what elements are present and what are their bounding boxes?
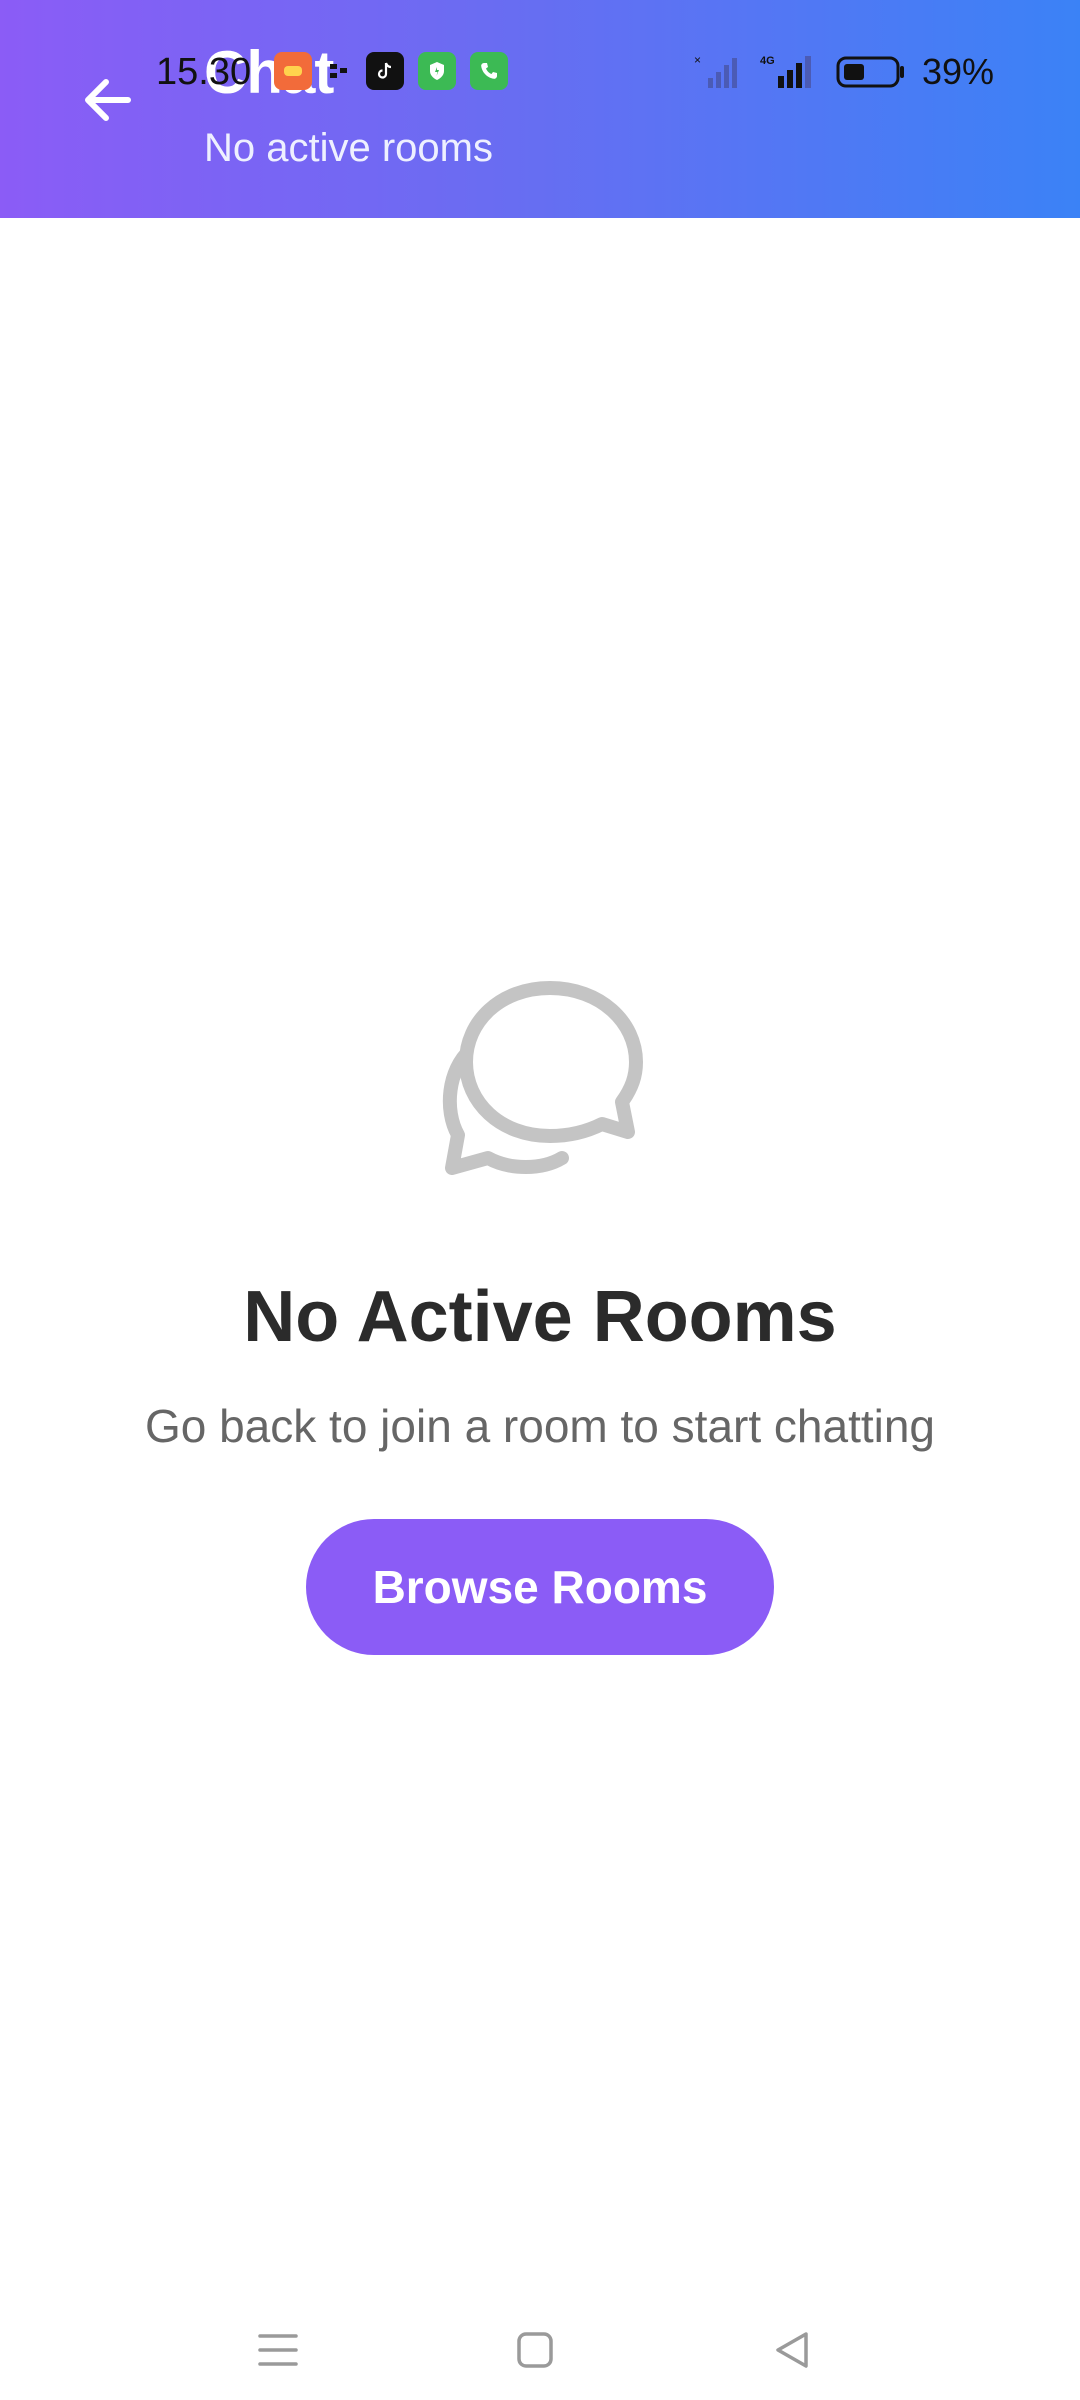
network-label: 4G — [760, 55, 775, 67]
status-time: 15.30 — [156, 51, 252, 93]
battery-icon — [836, 56, 904, 88]
game-app-icon — [274, 52, 312, 90]
shield-app-icon — [418, 52, 456, 90]
signal-off-icon: × — [694, 53, 737, 88]
notification-icons — [274, 52, 508, 90]
app-header: Chat No active rooms 15.30 × 4G 39% — [0, 0, 1080, 218]
tiktok-icon — [366, 52, 404, 90]
battery-percent: 39% — [921, 51, 994, 92]
home-button[interactable] — [495, 2310, 575, 2390]
home-square-icon — [517, 2332, 553, 2368]
menu-button[interactable] — [238, 2310, 318, 2390]
system-nav-bar — [0, 2300, 1080, 2400]
status-right: × 4G 39% — [694, 48, 994, 96]
system-back-button[interactable] — [752, 2310, 832, 2390]
page-subtitle: No active rooms — [204, 126, 493, 170]
menu-icon — [258, 2334, 298, 2366]
back-button[interactable] — [68, 60, 148, 140]
chat-bubbles-icon — [442, 981, 643, 1175]
chat-screen: Chat No active rooms 15.30 × 4G 39% No A… — [0, 0, 1080, 2400]
empty-state-description: Go back to join a room to start chatting — [144, 1400, 936, 1452]
dots-icon — [326, 52, 352, 90]
svg-text:×: × — [694, 53, 701, 67]
arrow-left-icon — [85, 79, 131, 121]
back-triangle-icon — [776, 2332, 808, 2368]
empty-state-title: No Active Rooms — [243, 1277, 837, 1357]
browse-rooms-button[interactable]: Browse Rooms — [306, 1519, 774, 1655]
phone-app-icon — [470, 52, 508, 90]
signal-4g-icon: 4G — [760, 55, 811, 88]
